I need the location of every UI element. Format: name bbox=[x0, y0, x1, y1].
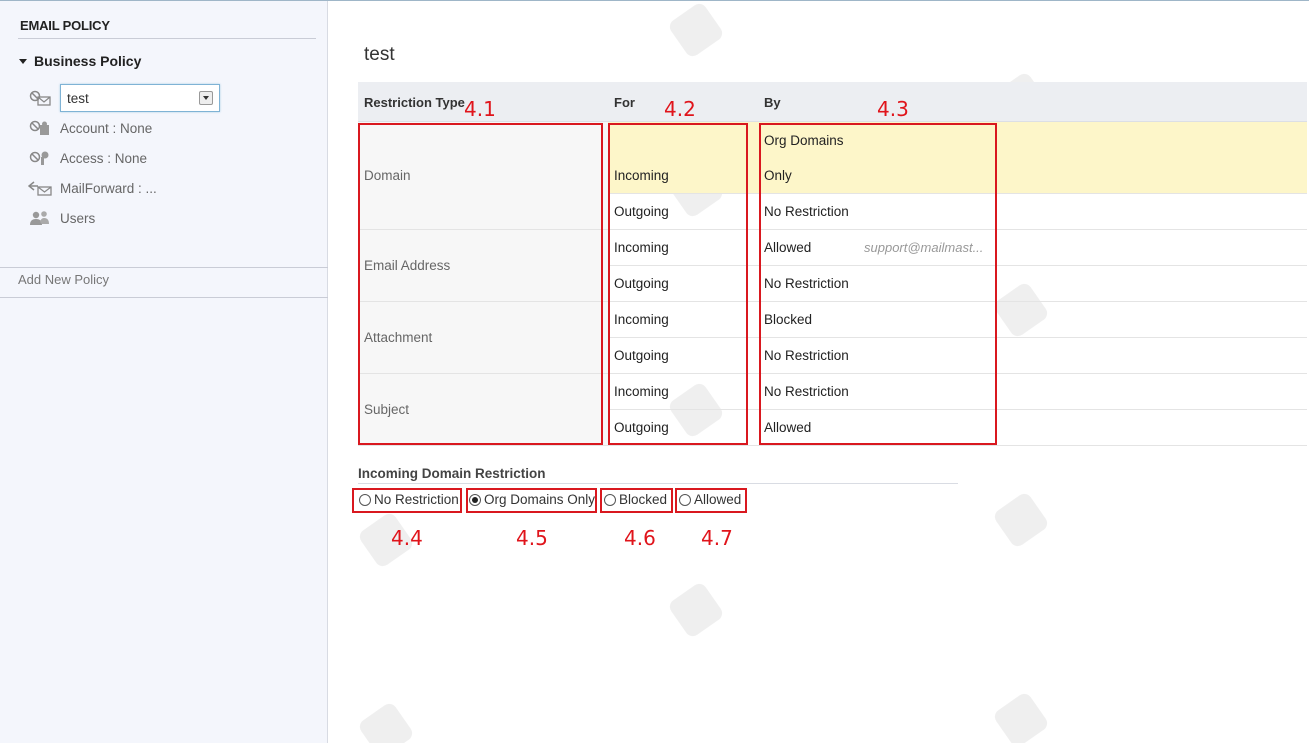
watermark-logo bbox=[991, 490, 1080, 551]
annotation-box bbox=[608, 123, 748, 445]
annotation-label: 4.5 bbox=[516, 526, 548, 550]
divider bbox=[358, 483, 958, 484]
sidebar-item-access[interactable]: Access : None bbox=[28, 150, 147, 166]
sidebar-item-users[interactable]: Users bbox=[28, 210, 95, 226]
sidebar: EMAIL POLICY Business Policy test Accoun… bbox=[0, 1, 328, 743]
policy-select-value: test bbox=[67, 90, 89, 106]
annotation-box bbox=[466, 488, 597, 513]
users-icon bbox=[28, 210, 52, 226]
annotation-label: 4.6 bbox=[624, 526, 656, 550]
header-for: For bbox=[614, 95, 635, 110]
watermark-logo bbox=[666, 580, 755, 641]
add-new-policy-link[interactable]: Add New Policy bbox=[18, 272, 109, 287]
divider bbox=[18, 38, 316, 39]
mail-forward-icon bbox=[28, 180, 52, 196]
annotation-box bbox=[352, 488, 462, 513]
sidebar-item-label: MailForward : ... bbox=[60, 180, 157, 196]
no-account-icon bbox=[28, 120, 52, 136]
divider bbox=[0, 297, 328, 298]
sidebar-title: EMAIL POLICY bbox=[20, 18, 110, 33]
sidebar-item-mailforward[interactable]: MailForward : ... bbox=[28, 180, 157, 196]
header-by: By bbox=[764, 95, 781, 110]
annotation-box bbox=[358, 123, 603, 445]
caret-down-icon bbox=[19, 58, 27, 64]
divider bbox=[0, 267, 328, 268]
header-restriction-type: Restriction Type bbox=[364, 95, 465, 110]
annotation-box bbox=[600, 488, 673, 513]
no-mail-icon bbox=[28, 90, 52, 106]
sidebar-item-label: Users bbox=[60, 210, 96, 226]
watermark-logo bbox=[666, 0, 755, 61]
section-title: Incoming Domain Restriction bbox=[358, 466, 546, 481]
watermark-logo bbox=[991, 690, 1080, 743]
policy-select[interactable]: test bbox=[60, 84, 220, 112]
annotation-label: 4.1 bbox=[464, 97, 496, 121]
table-header: Restriction Type For By bbox=[358, 82, 1307, 122]
dropdown-arrow-icon[interactable] bbox=[199, 91, 213, 105]
annotation-box bbox=[675, 488, 747, 513]
page-title: test bbox=[364, 44, 395, 65]
annotation-label: 4.7 bbox=[701, 526, 733, 550]
annotation-label: 4.2 bbox=[664, 97, 696, 121]
annotation-label: 4.4 bbox=[391, 526, 423, 550]
watermark-logo bbox=[356, 700, 445, 743]
annotation-label: 4.3 bbox=[877, 97, 909, 121]
no-key-icon bbox=[28, 150, 52, 166]
sidebar-item-label: Access : None bbox=[60, 150, 148, 166]
sidebar-item-account[interactable]: Account : None bbox=[28, 120, 152, 136]
policy-select-row: test bbox=[28, 84, 220, 112]
annotation-box bbox=[759, 123, 997, 445]
sidebar-item-label: Account : None bbox=[60, 120, 153, 136]
business-policy-toggle[interactable]: Business Policy bbox=[19, 53, 141, 69]
business-policy-label: Business Policy bbox=[34, 53, 142, 69]
